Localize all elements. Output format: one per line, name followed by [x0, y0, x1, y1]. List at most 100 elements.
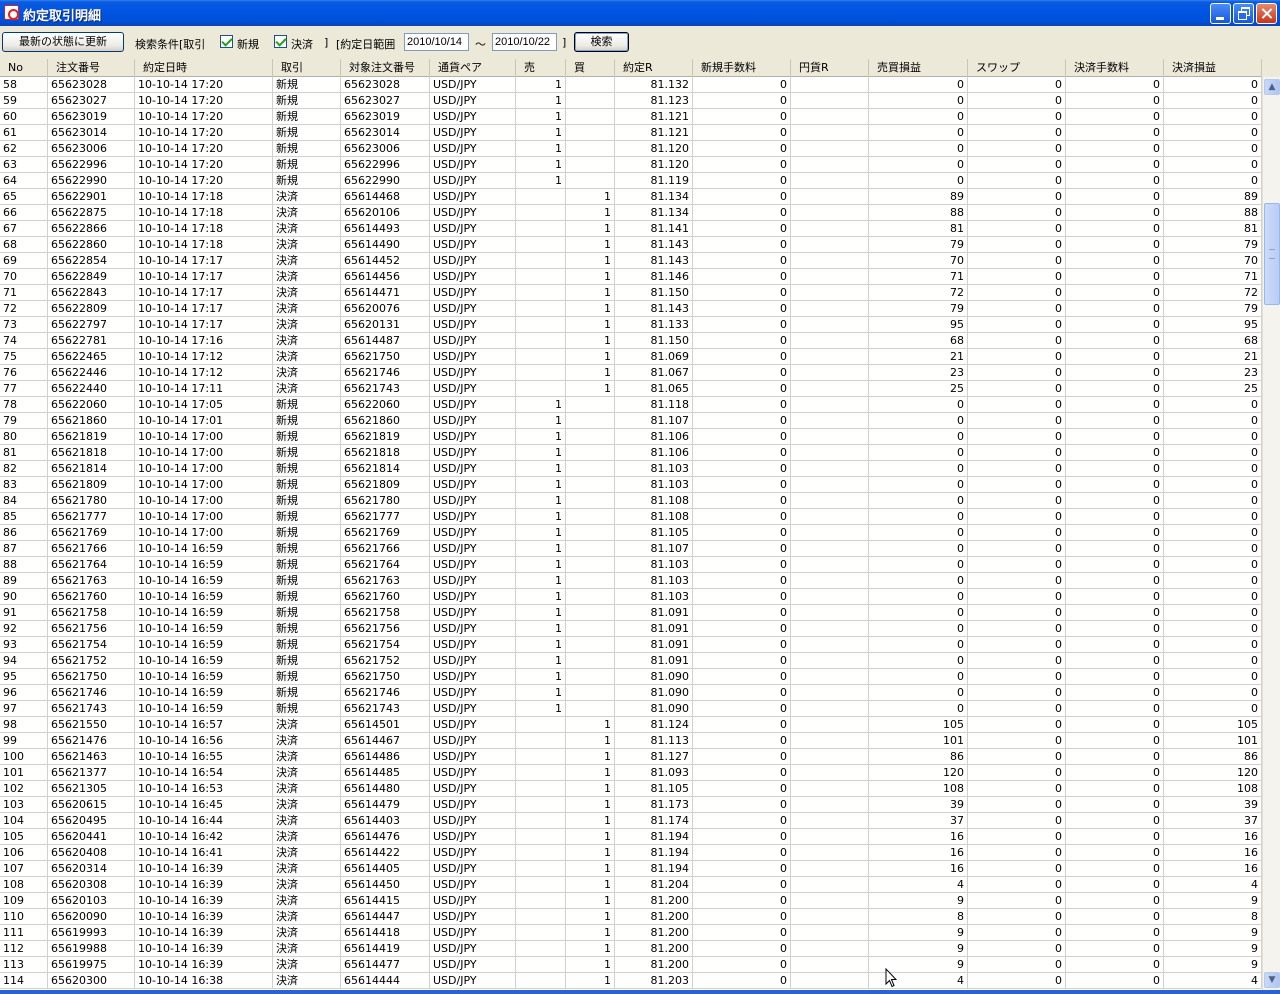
table-row[interactable]: 93 65621754 10-10-14 16:59 新規 65621754 USD/JP… [0, 637, 1262, 653]
table-row[interactable]: 111 65619993 10-10-14 16:39 決済 65614418 USD/J… [0, 925, 1262, 941]
table-row[interactable]: 80 65621819 10-10-14 17:00 新規 65621819 USD/JP… [0, 429, 1262, 445]
column-header[interactable]: No [0, 59, 48, 77]
table-row[interactable]: 76 65622446 10-10-14 17:12 決済 65621746 USD/JP… [0, 365, 1262, 381]
table-row[interactable]: 104 65620495 10-10-14 16:44 決済 65614403 USD/J… [0, 813, 1262, 829]
table-row[interactable]: 110 65620090 10-10-14 16:39 決済 65614447 USD/J… [0, 909, 1262, 925]
table-row[interactable]: 103 65620615 10-10-14 16:45 決済 65614479 USD/J… [0, 797, 1262, 813]
column-header[interactable]: スワップ [968, 59, 1066, 77]
minimize-button[interactable] [1210, 3, 1231, 24]
table-row[interactable]: 71 65622843 10-10-14 17:17 決済 65614471 USD/JP… [0, 285, 1262, 301]
table-row[interactable]: 105 65620441 10-10-14 16:42 決済 65614476 USD/J… [0, 829, 1262, 845]
column-header[interactable]: 円貨R [791, 59, 869, 77]
column-header[interactable]: 取引 [273, 59, 341, 77]
table-row[interactable]: 100 65621463 10-10-14 16:55 決済 65614486 USD/J… [0, 749, 1262, 765]
table-row[interactable]: 102 65621305 10-10-14 16:53 決済 65614480 USD/J… [0, 781, 1262, 797]
new-checkbox-label[interactable]: 新規 [237, 36, 259, 52]
column-header[interactable]: 注文番号 [48, 59, 135, 77]
table-row[interactable]: 66 65622875 10-10-14 17:18 決済 65620106 USD/JP… [0, 205, 1262, 221]
new-checkbox[interactable] [220, 35, 233, 48]
table-cell: 70 [1164, 253, 1262, 268]
table-row[interactable]: 70 65622849 10-10-14 17:17 決済 65614456 USD/JP… [0, 269, 1262, 285]
table-row[interactable]: 58 65623028 10-10-14 17:20 新規 65623028 USD/JP… [0, 77, 1262, 93]
table-cell: 0 [1164, 413, 1262, 428]
app-logo-icon[interactable] [4, 5, 19, 20]
settle-checkbox-label[interactable]: 決済 [291, 36, 313, 52]
column-header[interactable]: 約定日時 [135, 59, 273, 77]
table-row[interactable]: 63 65622996 10-10-14 17:20 新規 65622996 USD/JP… [0, 157, 1262, 173]
table-cell: 新規 [273, 557, 341, 572]
table-cell: 4 [869, 973, 968, 988]
column-header[interactable]: 決済損益 [1164, 59, 1262, 77]
column-header[interactable]: 決済手数料 [1066, 59, 1164, 77]
vertical-scrollbar[interactable]: ▲ ▼ [1262, 77, 1280, 990]
table-row[interactable]: 87 65621766 10-10-14 16:59 新規 65621766 USD/JP… [0, 541, 1262, 557]
table-row[interactable]: 98 65621550 10-10-14 16:57 決済 65614501 USD/JP… [0, 717, 1262, 733]
table-row[interactable]: 62 65623006 10-10-14 17:20 新規 65623006 USD/JP… [0, 141, 1262, 157]
table-row[interactable]: 91 65621758 10-10-14 16:59 新規 65621758 USD/JP… [0, 605, 1262, 621]
column-header[interactable]: 対象注文番号 [341, 59, 430, 77]
column-header[interactable]: 通貨ペア [430, 59, 516, 77]
table-row[interactable]: 108 65620308 10-10-14 16:39 決済 65614450 USD/J… [0, 877, 1262, 893]
column-header[interactable]: 買 [566, 59, 615, 77]
table-row[interactable]: 114 65620300 10-10-14 16:38 決済 65614444 USD/J… [0, 973, 1262, 989]
scroll-thumb[interactable] [1264, 203, 1280, 305]
restore-button[interactable] [1233, 3, 1254, 24]
table-row[interactable]: 90 65621760 10-10-14 16:59 新規 65621760 USD/JP… [0, 589, 1262, 605]
table-row[interactable]: 73 65622797 10-10-14 17:17 決済 65620131 USD/JP… [0, 317, 1262, 333]
table-row[interactable]: 94 65621752 10-10-14 16:59 新規 65621752 USD/JP… [0, 653, 1262, 669]
table-row[interactable]: 74 65622781 10-10-14 17:16 決済 65614487 USD/JP… [0, 333, 1262, 349]
table-row[interactable]: 109 65620103 10-10-14 16:39 決済 65614415 USD/J… [0, 893, 1262, 909]
table-cell: 決済 [273, 221, 341, 236]
column-header[interactable]: 約定R [615, 59, 693, 77]
date-from-input[interactable] [404, 33, 469, 51]
table-row[interactable]: 96 65621746 10-10-14 16:59 新規 65621746 USD/JP… [0, 685, 1262, 701]
table-cell: 0 [693, 813, 791, 828]
table-row[interactable]: 82 65621814 10-10-14 17:00 新規 65621814 USD/JP… [0, 461, 1262, 477]
table-row[interactable]: 81 65621818 10-10-14 17:00 新規 65621818 USD/JP… [0, 445, 1262, 461]
table-row[interactable]: 64 65622990 10-10-14 17:20 新規 65622990 USD/JP… [0, 173, 1262, 189]
table-row[interactable]: 59 65623027 10-10-14 17:20 新規 65623027 USD/JP… [0, 93, 1262, 109]
table-row[interactable]: 95 65621750 10-10-14 16:59 新規 65621750 USD/JP… [0, 669, 1262, 685]
scroll-down-button[interactable]: ▼ [1264, 972, 1280, 988]
table-row[interactable]: 92 65621756 10-10-14 16:59 新規 65621756 USD/JP… [0, 621, 1262, 637]
table-row[interactable]: 79 65621860 10-10-14 17:01 新規 65621860 USD/JP… [0, 413, 1262, 429]
table-row[interactable]: 89 65621763 10-10-14 16:59 新規 65621763 USD/JP… [0, 573, 1262, 589]
scroll-up-button[interactable]: ▲ [1264, 79, 1280, 95]
column-header[interactable]: 売 [516, 59, 566, 77]
table-row[interactable]: 77 65622440 10-10-14 17:11 決済 65621743 USD/JP… [0, 381, 1262, 397]
table-cell: 93 [0, 637, 48, 652]
table-row[interactable]: 75 65622465 10-10-14 17:12 決済 65621750 USD/JP… [0, 349, 1262, 365]
table-cell: 65621780 [48, 493, 135, 508]
table-cell: 65614480 [341, 781, 430, 796]
table-row[interactable]: 85 65621777 10-10-14 17:00 新規 65621777 USD/JP… [0, 509, 1262, 525]
table-row[interactable]: 88 65621764 10-10-14 16:59 新規 65621764 USD/JP… [0, 557, 1262, 573]
refresh-button[interactable]: 最新の状態に更新 [2, 32, 124, 52]
table-row[interactable]: 106 65620408 10-10-14 16:41 決済 65614422 USD/J… [0, 845, 1262, 861]
table-row[interactable]: 61 65623014 10-10-14 17:20 新規 65623014 USD/JP… [0, 125, 1262, 141]
table-row[interactable]: 67 65622866 10-10-14 17:18 決済 65614493 USD/JP… [0, 221, 1262, 237]
table-row[interactable]: 83 65621809 10-10-14 17:00 新規 65621809 USD/JP… [0, 477, 1262, 493]
table-cell: 65623006 [341, 141, 430, 156]
table-cell [791, 541, 869, 556]
table-row[interactable]: 113 65619975 10-10-14 16:39 決済 65614477 USD/J… [0, 957, 1262, 973]
table-row[interactable]: 84 65621780 10-10-14 17:00 新規 65621780 USD/JP… [0, 493, 1262, 509]
column-header[interactable]: 売買損益 [869, 59, 968, 77]
search-button[interactable]: 検索 [574, 32, 629, 52]
table-row[interactable]: 99 65621476 10-10-14 16:56 決済 65614467 USD/JP… [0, 733, 1262, 749]
date-to-input[interactable] [492, 33, 557, 51]
table-row[interactable]: 69 65622854 10-10-14 17:17 決済 65614452 USD/JP… [0, 253, 1262, 269]
table-row[interactable]: 68 65622860 10-10-14 17:18 決済 65614490 USD/JP… [0, 237, 1262, 253]
column-header[interactable]: 新規手数料 [693, 59, 791, 77]
table-row[interactable]: 101 65621377 10-10-14 16:54 決済 65614485 USD/J… [0, 765, 1262, 781]
table-row[interactable]: 86 65621769 10-10-14 17:00 新規 65621769 USD/JP… [0, 525, 1262, 541]
close-button[interactable] [1256, 3, 1277, 24]
table-row[interactable]: 112 65619988 10-10-14 16:39 決済 65614419 USD/J… [0, 941, 1262, 957]
table-row[interactable]: 78 65622060 10-10-14 17:05 新規 65622060 USD/JP… [0, 397, 1262, 413]
table-row[interactable]: 107 65620314 10-10-14 16:39 決済 65614405 USD/J… [0, 861, 1262, 877]
settle-checkbox[interactable] [274, 35, 287, 48]
table-cell [516, 893, 566, 908]
table-row[interactable]: 60 65623019 10-10-14 17:20 新規 65623019 USD/JP… [0, 109, 1262, 125]
table-row[interactable]: 97 65621743 10-10-14 16:59 新規 65621743 USD/JP… [0, 701, 1262, 717]
table-row[interactable]: 72 65622809 10-10-14 17:17 決済 65620076 USD/JP… [0, 301, 1262, 317]
table-row[interactable]: 65 65622901 10-10-14 17:18 決済 65614468 USD/JP… [0, 189, 1262, 205]
